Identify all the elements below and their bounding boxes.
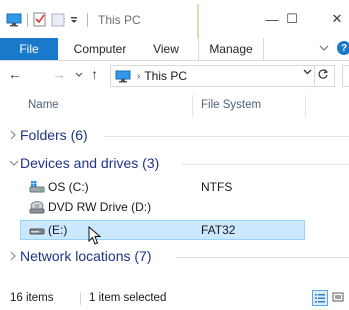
group-divider bbox=[104, 136, 349, 137]
group-divider bbox=[176, 257, 349, 258]
title-divider bbox=[87, 12, 88, 27]
customize-arrow-icon[interactable] bbox=[69, 15, 79, 25]
column-divider[interactable] bbox=[305, 95, 306, 117]
group-network-locations[interactable]: Network locations (7) bbox=[0, 246, 349, 268]
mouse-cursor-icon bbox=[88, 226, 102, 246]
chevron-right-icon[interactable] bbox=[9, 249, 17, 263]
drive-row-c[interactable]: OS (C:) NTFS bbox=[20, 177, 305, 197]
group-label[interactable]: Network locations (7) bbox=[20, 248, 152, 264]
properties-icon[interactable] bbox=[33, 12, 47, 27]
drive-row-e[interactable]: (E:) FAT32 bbox=[20, 220, 305, 240]
status-item-count: 16 items bbox=[10, 292, 54, 304]
details-view-icon[interactable] bbox=[312, 290, 328, 306]
manage-context-stripe bbox=[197, 4, 199, 38]
group-devices-and-drives[interactable]: Devices and drives (3) bbox=[0, 153, 349, 175]
search-box-edge[interactable] bbox=[342, 65, 349, 87]
help-icon[interactable]: ? bbox=[337, 41, 349, 55]
file-explorer-window: This PC — ☐ ✕ File Computer View Manage … bbox=[0, 0, 349, 310]
tab-computer[interactable]: Computer bbox=[68, 38, 132, 60]
drive-filesystem: NTFS bbox=[201, 180, 233, 194]
column-filesystem[interactable]: File System bbox=[201, 99, 261, 111]
drive-name: (E:) bbox=[48, 223, 68, 237]
address-bar[interactable]: › This PC bbox=[110, 65, 335, 87]
breadcrumb-this-pc[interactable]: This PC bbox=[144, 69, 187, 83]
removable-drive-icon bbox=[29, 223, 45, 237]
group-folders[interactable]: Folders (6) bbox=[0, 125, 349, 147]
column-name[interactable]: Name bbox=[28, 99, 59, 111]
large-icons-view-icon[interactable] bbox=[331, 290, 347, 306]
dvd-drive-icon bbox=[29, 200, 45, 214]
drive-name: OS (C:) bbox=[48, 180, 89, 194]
drive-row-d[interactable]: DVD RW Drive (D:) bbox=[20, 197, 305, 217]
tab-view[interactable]: View bbox=[144, 38, 188, 60]
back-icon[interactable]: ← bbox=[8, 66, 22, 82]
status-bar: 16 items 1 item selected bbox=[0, 286, 349, 310]
tab-manage[interactable]: Manage bbox=[198, 38, 264, 60]
window-title: This PC bbox=[98, 12, 141, 27]
status-selection: 1 item selected bbox=[89, 292, 167, 304]
drive-filesystem: FAT32 bbox=[201, 223, 236, 237]
expand-ribbon-icon[interactable] bbox=[319, 44, 329, 52]
address-dropdown-icon[interactable] bbox=[303, 69, 312, 75]
windows-drive-icon bbox=[29, 180, 45, 194]
quick-access-toolbar: This PC bbox=[6, 12, 141, 27]
refresh-icon[interactable] bbox=[317, 68, 329, 80]
up-icon[interactable]: ↑ bbox=[91, 66, 98, 82]
tab-file[interactable]: File bbox=[0, 38, 58, 60]
chevron-down-icon[interactable] bbox=[9, 156, 19, 170]
group-divider bbox=[182, 164, 349, 165]
close-button[interactable]: ✕ bbox=[317, 6, 349, 32]
navigation-bar: ← → ↑ › This PC bbox=[0, 62, 349, 90]
address-pc-icon bbox=[115, 70, 131, 83]
column-header: Name File System bbox=[0, 95, 349, 117]
status-divider bbox=[80, 292, 81, 305]
ribbon-right-controls: ? bbox=[319, 41, 349, 55]
title-bar: This PC — ☐ ✕ bbox=[0, 0, 349, 38]
group-label[interactable]: Devices and drives (3) bbox=[20, 155, 159, 171]
ribbon-tabs: File Computer View Manage ? bbox=[0, 38, 349, 61]
new-folder-icon[interactable] bbox=[51, 13, 65, 27]
breadcrumb-chevron-icon[interactable]: › bbox=[137, 71, 140, 82]
chevron-right-icon[interactable] bbox=[9, 128, 17, 142]
column-divider[interactable] bbox=[192, 95, 193, 117]
recent-locations-icon[interactable] bbox=[75, 72, 83, 78]
pc-icon[interactable] bbox=[6, 13, 22, 27]
drive-name: DVD RW Drive (D:) bbox=[48, 200, 152, 214]
qat-divider bbox=[27, 12, 28, 27]
maximize-button[interactable]: ☐ bbox=[272, 6, 312, 32]
forward-icon[interactable]: → bbox=[52, 66, 66, 82]
group-label[interactable]: Folders (6) bbox=[20, 127, 88, 143]
address-divider bbox=[314, 66, 315, 86]
